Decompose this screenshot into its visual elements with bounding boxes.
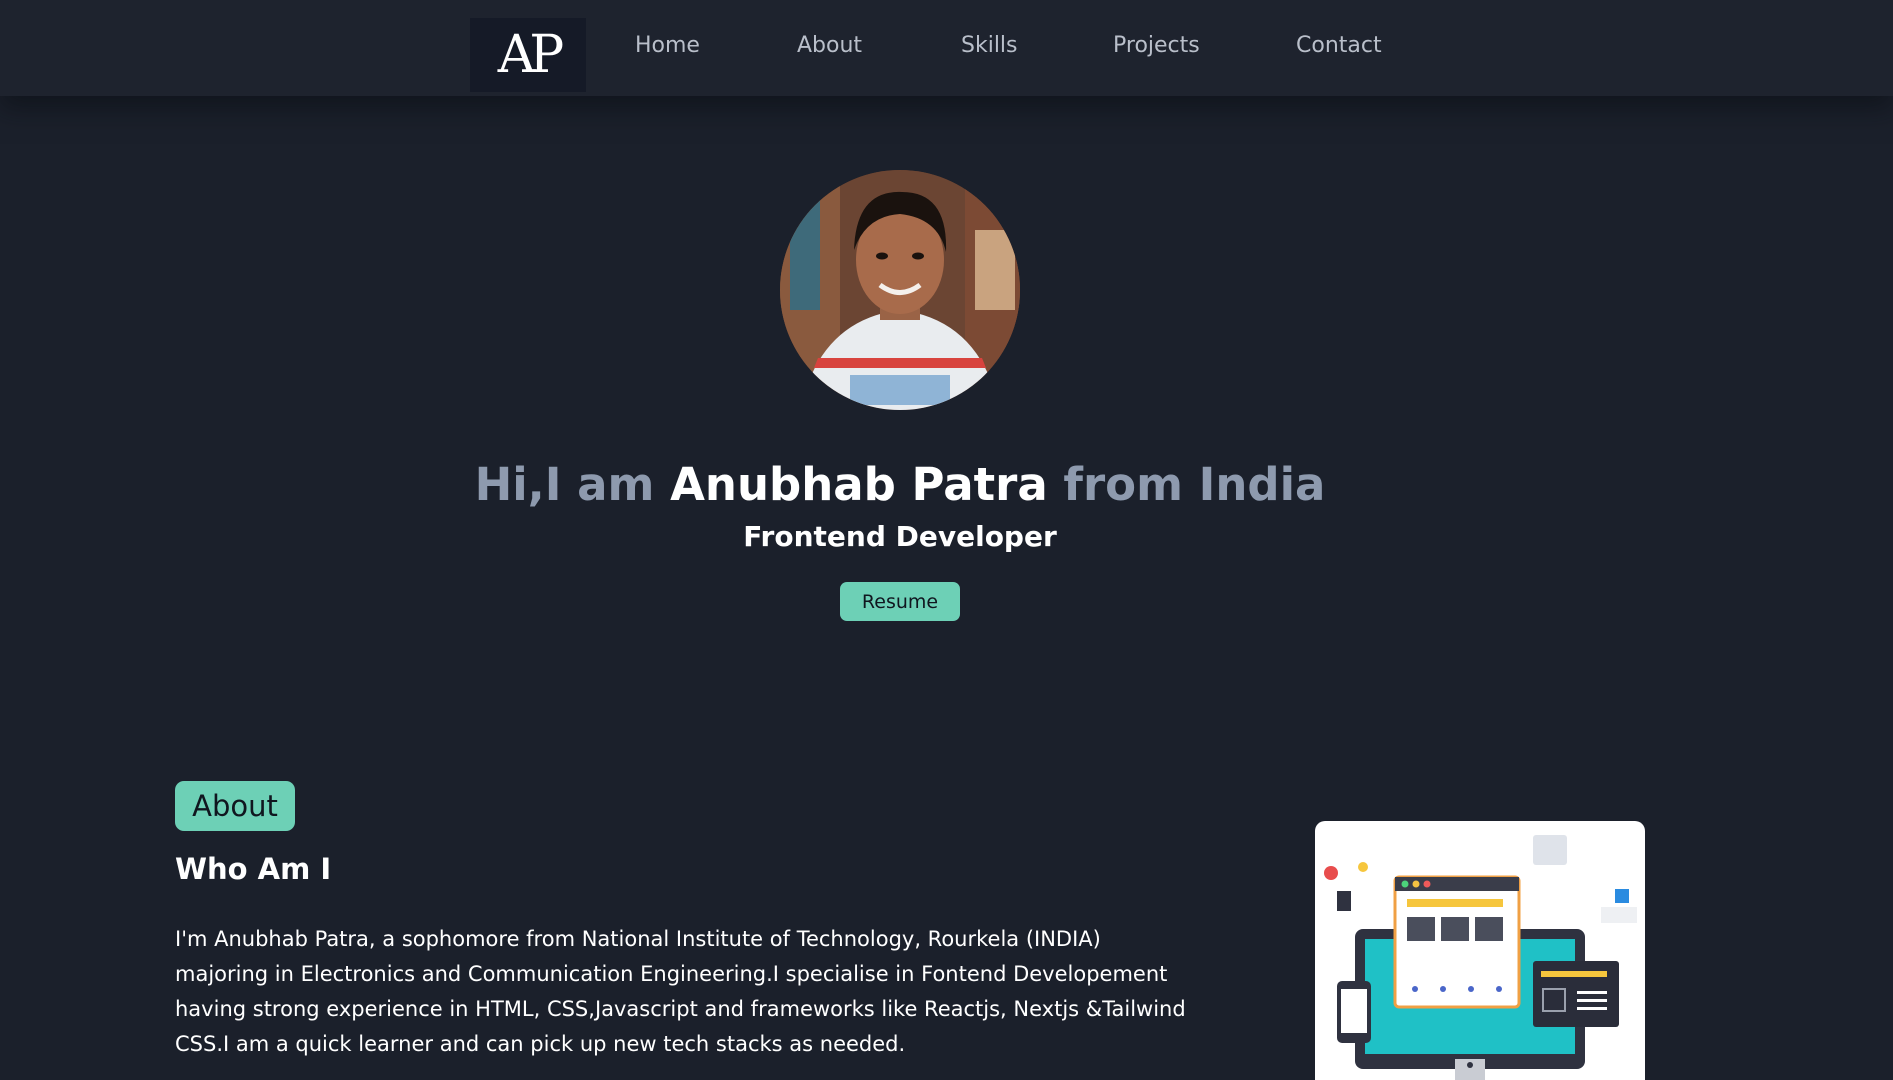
navbar: AP Home About Skills Projects Contact: [0, 0, 1893, 96]
hero-greeting-prefix: Hi,I am: [474, 458, 655, 511]
hero-subtitle: Frontend Developer: [743, 520, 1057, 553]
site-logo[interactable]: AP: [470, 18, 586, 92]
hero-name: Anubhab Patra: [670, 458, 1048, 511]
nav-link-about[interactable]: About: [797, 30, 862, 62]
nav-link-projects[interactable]: Projects: [1113, 30, 1200, 62]
hero-greeting-suffix: from India: [1063, 458, 1326, 511]
profile-photo: [780, 170, 1020, 410]
web-development-illustration: [1315, 821, 1645, 1080]
profile-avatar: [780, 170, 1020, 410]
about-heading: Who Am I: [175, 852, 332, 886]
desktop-illustration: [1324, 835, 1637, 1080]
hero-title: Hi,I am Anubhab Patra from India: [0, 458, 1800, 511]
resume-button[interactable]: Resume: [840, 582, 960, 621]
nav-link-home[interactable]: Home: [635, 30, 700, 62]
nav-link-contact[interactable]: Contact: [1296, 30, 1382, 62]
nav-link-skills[interactable]: Skills: [961, 30, 1018, 62]
about-description: I'm Anubhab Patra, a sophomore from Nati…: [175, 927, 1186, 1056]
about-badge: About: [175, 781, 295, 831]
